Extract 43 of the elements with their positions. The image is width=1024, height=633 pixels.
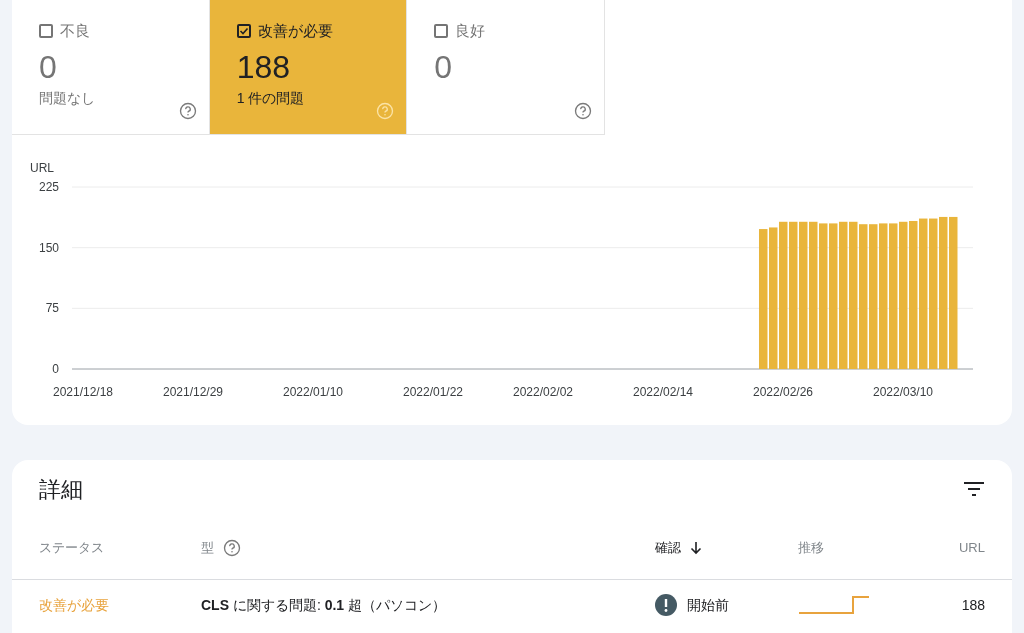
tile-count: 188 <box>236 47 292 87</box>
tick-label: 2022/01/10 <box>282 385 344 399</box>
tick-label: 2022/01/22 <box>402 385 464 399</box>
tick-label: 2022/02/26 <box>752 385 814 399</box>
validation-cell-text: 開始前 <box>687 595 729 615</box>
tile-label: 不良 <box>60 21 90 41</box>
tile-count: 0 <box>39 47 58 87</box>
section-title: 詳細 <box>39 475 83 504</box>
tick-label: 2021/12/29 <box>162 385 224 399</box>
column-header: 推移 <box>798 538 824 557</box>
checkbox[interactable] <box>39 24 53 39</box>
tick-label: 0 <box>52 362 59 376</box>
help-icon[interactable] <box>574 102 592 120</box>
help-icon[interactable] <box>178 102 197 120</box>
tick-label: 150 <box>38 240 59 255</box>
tick-label: 2022/02/02 <box>512 385 574 399</box>
tick-label: 2022/03/10 <box>872 385 934 399</box>
status-cell-text: 改善が必要 <box>39 595 109 615</box>
column-header[interactable]: 確認 <box>655 537 681 558</box>
issue-type-cell[interactable]: CLS に関する問題: 0.1 超（パソコン） <box>201 594 447 616</box>
url-count-cell-text: 188 <box>961 595 985 615</box>
tick-label: 225 <box>38 180 59 194</box>
tick-label: 2022/02/14 <box>632 385 694 399</box>
trend-sparkline <box>798 595 870 615</box>
sort-arrow-icon[interactable] <box>690 540 702 555</box>
filter-icon[interactable] <box>963 481 985 497</box>
column-header: URL <box>959 538 985 557</box>
tick-label: 2021/12/18 <box>52 385 114 399</box>
help-icon[interactable] <box>223 538 241 557</box>
column-header: 型 <box>201 538 214 557</box>
tile-count: 0 <box>434 47 454 87</box>
checkbox[interactable] <box>236 24 251 39</box>
exclamation-icon <box>655 594 677 616</box>
column-header: ステータス <box>39 538 104 557</box>
check-icon <box>238 26 249 37</box>
checkbox[interactable] <box>434 24 449 39</box>
tick-label: 75 <box>45 301 59 316</box>
status-tile[interactable]: 改善が必要 188 1 件の問題 <box>209 0 408 134</box>
tile-subtitle: 問題なし <box>39 88 96 108</box>
tile-subtitle: 1 件の問題 <box>236 88 306 108</box>
axis-label: URL <box>30 161 54 175</box>
tile-label: 良好 <box>455 21 486 41</box>
tile-label: 改善が必要 <box>257 21 333 41</box>
